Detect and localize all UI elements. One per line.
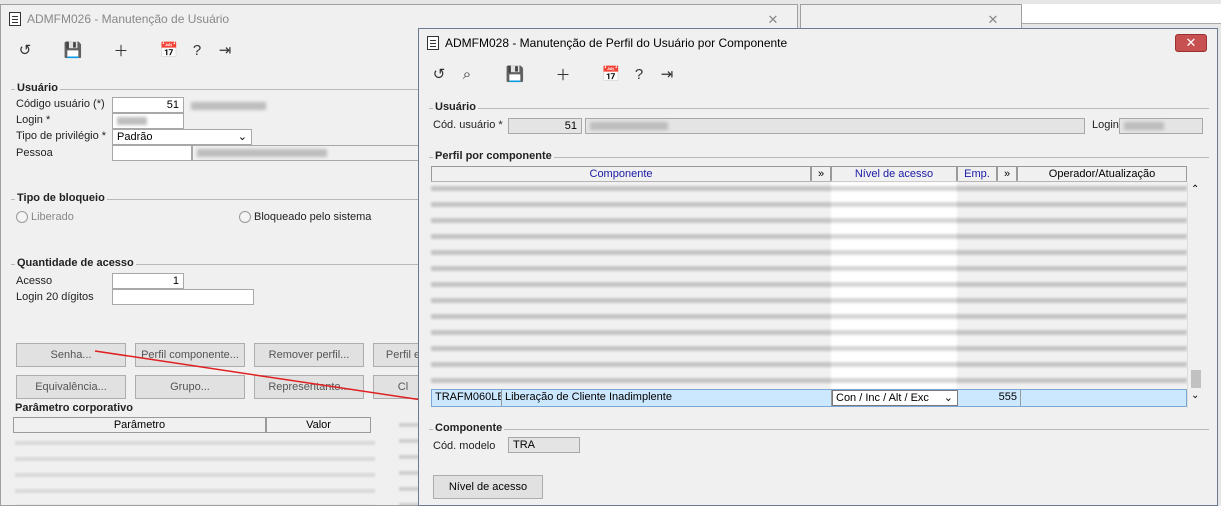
row-description-cell[interactable]: Liberação de Cliente Inadimplente [502,390,832,406]
profile-component-window: ADMFM028 - Manutenção de Perfil do Usuár… [418,28,1218,506]
expand-operador-button[interactable]: » [997,166,1017,182]
operador-column-header[interactable]: Operador/Atualização [1017,166,1187,182]
grid-column-divider [831,182,957,390]
grid-scrollbar[interactable]: ⌃ ⌄ [1187,182,1203,408]
cod-usuario-value: 51 [564,120,577,132]
row-nivel-value: Con / Inc / Alt / Exc [836,392,929,404]
fg-login-field [1119,118,1203,134]
calendar-icon[interactable]: 📅 [597,62,625,86]
nivel-acesso-button[interactable]: Nível de acesso [433,475,543,499]
cod-modelo-value: TRA [513,439,535,451]
fg-window-title: ADMFM028 - Manutenção de Perfil do Usuár… [445,36,788,50]
selected-table-row[interactable]: TRAFM060LB Liberação de Cliente Inadimpl… [431,389,1187,407]
fg-toolbar: ↺ ⌕ 💾 ＋ 📅 ? ⇥ [419,57,1217,91]
group-title: Usuário [433,101,478,113]
fg-titlebar: ADMFM028 - Manutenção de Perfil do Usuár… [419,29,1217,57]
row-nivel-select[interactable]: Con / Inc / Alt / Exc ⌄ [832,390,958,406]
arrow-line [94,350,423,401]
user-name-field [585,118,1085,134]
close-icon: ✕ [1185,35,1197,50]
nivel-acesso-label: Nível de acesso [448,481,528,493]
expand-column-button[interactable]: » [811,166,831,182]
search-icon[interactable]: ⌕ [453,62,481,86]
undo-icon[interactable]: ↺ [425,62,453,86]
emp-column-header[interactable]: Emp. [957,166,997,182]
nivel-col-label: Nível de acesso [854,168,934,180]
group-title: Componente [433,422,505,434]
help-icon[interactable]: ? [625,62,653,86]
expand-icon: » [1003,168,1011,180]
row-code-cell[interactable]: TRAFM060LB [432,390,502,406]
operador-col-label: Operador/Atualização [1048,168,1156,180]
cod-modelo-label: Cód. modelo [433,440,496,452]
scroll-thumb[interactable] [1191,370,1201,388]
cod-usuario-field: 51 [508,118,582,134]
cod-modelo-field: TRA [508,437,580,453]
emp-col-label: Emp. [964,168,990,180]
row-operador-cell[interactable] [1020,390,1188,406]
componente-column-header[interactable]: Componente [431,166,811,182]
chevron-down-icon: ⌄ [943,392,953,404]
scroll-down-icon[interactable]: ⌄ [1191,390,1199,401]
add-icon[interactable]: ＋ [549,62,577,86]
cod-usuario-label: Cód. usuário * [433,119,503,131]
row-emp-cell[interactable]: 555 [958,390,1020,406]
componente-col-label: Componente [589,168,653,180]
nivel-column-header[interactable]: Nível de acesso [831,166,957,182]
exit-icon[interactable]: ⇥ [653,62,681,86]
expand-icon: » [817,168,825,180]
grid-rows-redacted [431,182,1187,390]
group-title: Perfil por componente [433,150,554,162]
fg-close-button[interactable]: ✕ [1175,34,1207,52]
document-icon [427,36,439,50]
scroll-up-icon[interactable]: ⌃ [1191,184,1199,195]
save-icon[interactable]: 💾 [501,62,529,86]
